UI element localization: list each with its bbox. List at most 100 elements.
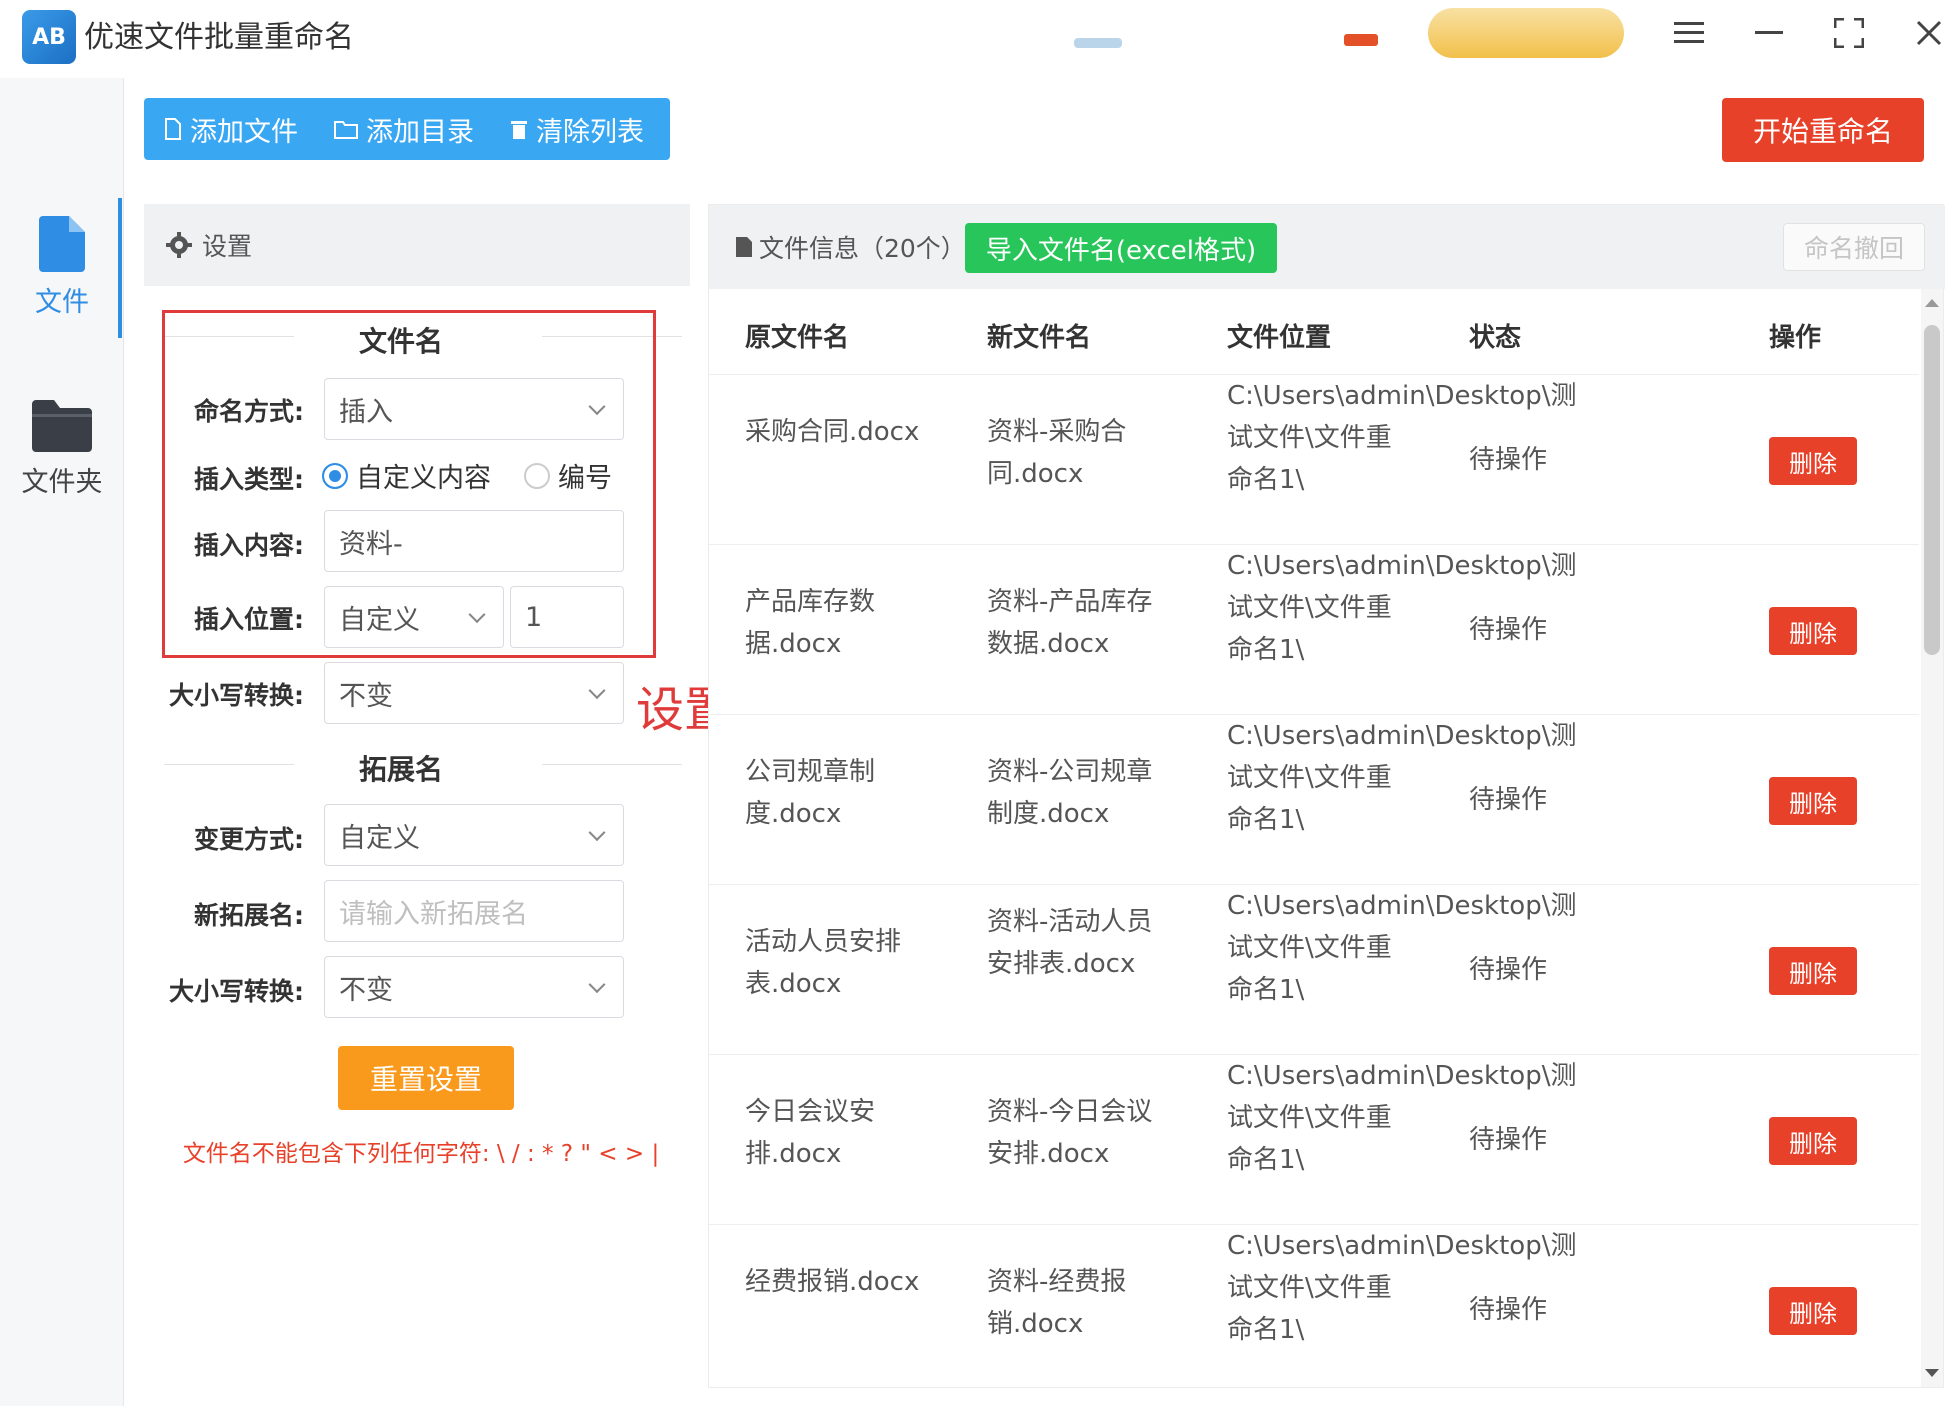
file-info-title: 文件信息（20个） bbox=[735, 229, 966, 265]
cell-new-name: 资料-公司规章制度.docx bbox=[987, 757, 1153, 829]
cell-location: C:\Users\admin\Desktop\测试文件\文件重命名1\ bbox=[1227, 1061, 1577, 1175]
table-row: 公司规章制度.docx 资料-公司规章制度.docx C:\Users\admi… bbox=[709, 715, 1919, 885]
cell-original-name: 产品库存数据.docx bbox=[745, 587, 876, 659]
table-row: 产品库存数据.docx 资料-产品库存数据.docx C:\Users\admi… bbox=[709, 545, 1919, 715]
promo-badge[interactable] bbox=[1428, 8, 1624, 58]
nav-label: 文件夹 bbox=[21, 467, 103, 498]
col-new-name: 新文件名 bbox=[987, 323, 1092, 353]
case-select[interactable]: 不变 bbox=[324, 662, 624, 724]
ext-section-title: 拓展名 bbox=[358, 753, 443, 786]
delete-button[interactable]: 删除 bbox=[1769, 607, 1857, 655]
cell-status: 待操作 bbox=[1469, 445, 1548, 475]
scrollbar-thumb[interactable] bbox=[1924, 325, 1940, 655]
delete-button[interactable]: 删除 bbox=[1769, 1287, 1857, 1335]
cell-new-name: 资料-今日会议安排.docx bbox=[987, 1097, 1153, 1169]
cell-location: C:\Users\admin\Desktop\测试文件\文件重命名1\ bbox=[1227, 891, 1577, 1005]
folder-icon bbox=[32, 400, 92, 452]
add-file-button[interactable]: 添加文件 bbox=[164, 110, 298, 149]
cell-original-name: 采购合同.docx bbox=[745, 417, 920, 447]
cell-original-name: 公司规章制度.docx bbox=[745, 757, 876, 829]
file-panel-header: 文件信息（20个） 导入文件名(excel格式) 命名撤回 bbox=[709, 205, 1945, 289]
case-label: 大小写转换: bbox=[169, 681, 304, 710]
delete-button[interactable]: 删除 bbox=[1769, 1117, 1857, 1165]
delete-button[interactable]: 删除 bbox=[1769, 777, 1857, 825]
cell-original-name: 活动人员安排表.docx bbox=[745, 927, 902, 999]
gear-icon bbox=[166, 232, 192, 258]
undo-rename-button[interactable]: 命名撤回 bbox=[1783, 223, 1925, 271]
clear-list-button[interactable]: 清除列表 bbox=[510, 110, 644, 149]
filename-warning: 文件名不能包含下列任何字符: \ / : * ? " < > | bbox=[182, 1141, 660, 1167]
chevron-down-icon bbox=[588, 976, 606, 994]
new-ext-placeholder: 请输入新拓展名 bbox=[339, 898, 528, 930]
sidebar: 文件 文件夹 bbox=[0, 78, 124, 1406]
col-status: 状态 bbox=[1469, 323, 1522, 353]
table-row: 今日会议安排.docx 资料-今日会议安排.docx C:\Users\admi… bbox=[709, 1055, 1919, 1225]
cell-status: 待操作 bbox=[1469, 1295, 1548, 1325]
table-row: 经费报销.docx 资料-经费报销.docx C:\Users\admin\De… bbox=[709, 1225, 1919, 1395]
cell-status: 待操作 bbox=[1469, 785, 1548, 815]
titlebar-decoration bbox=[1074, 38, 1122, 48]
cell-status: 待操作 bbox=[1469, 955, 1548, 985]
settings-header: 设置 bbox=[144, 204, 690, 286]
col-location: 文件位置 bbox=[1227, 323, 1332, 353]
delete-button[interactable]: 删除 bbox=[1769, 947, 1857, 995]
start-rename-button[interactable]: 开始重命名 bbox=[1722, 98, 1924, 162]
maximize-icon[interactable] bbox=[1824, 8, 1874, 58]
reset-settings-button[interactable]: 重置设置 bbox=[338, 1046, 514, 1110]
clear-list-label: 清除列表 bbox=[536, 116, 644, 148]
case-value: 不变 bbox=[339, 680, 393, 712]
settings-title: 设置 bbox=[202, 232, 253, 261]
add-dir-button[interactable]: 添加目录 bbox=[334, 110, 474, 149]
chevron-down-icon bbox=[588, 682, 606, 700]
new-ext-label: 新拓展名: bbox=[194, 901, 304, 930]
close-icon[interactable] bbox=[1904, 8, 1954, 58]
ext-case-value: 不变 bbox=[339, 974, 393, 1006]
cell-status: 待操作 bbox=[1469, 615, 1548, 645]
cell-original-name: 经费报销.docx bbox=[745, 1267, 920, 1297]
table-row: 采购合同.docx 资料-采购合同.docx C:\Users\admin\De… bbox=[709, 375, 1919, 545]
nav-label: 文件 bbox=[35, 287, 89, 318]
add-file-label: 添加文件 bbox=[190, 116, 298, 148]
menu-icon[interactable] bbox=[1664, 8, 1714, 58]
add-dir-label: 添加目录 bbox=[366, 116, 474, 148]
scroll-up-icon[interactable] bbox=[1925, 299, 1939, 307]
cell-location: C:\Users\admin\Desktop\测试文件\文件重命名1\ bbox=[1227, 381, 1577, 495]
app-logo: AB bbox=[22, 10, 76, 64]
cell-location: C:\Users\admin\Desktop\测试文件\文件重命名1\ bbox=[1227, 721, 1577, 835]
toolbar: 添加文件 添加目录 清除列表 bbox=[144, 98, 670, 160]
chevron-down-icon bbox=[588, 824, 606, 842]
nav-item-folder[interactable]: 文件夹 bbox=[0, 400, 124, 499]
new-ext-input[interactable]: 请输入新拓展名 bbox=[324, 880, 624, 942]
file-icon bbox=[39, 216, 85, 272]
scrollbar[interactable] bbox=[1921, 289, 1943, 1387]
cell-new-name: 资料-采购合同.docx bbox=[987, 417, 1127, 489]
cell-location: C:\Users\admin\Desktop\测试文件\文件重命名1\ bbox=[1227, 1231, 1577, 1345]
annotation-frame bbox=[162, 310, 656, 658]
ext-case-label: 大小写转换: bbox=[169, 977, 304, 1006]
window-title: 优速文件批量重命名 bbox=[84, 20, 354, 55]
change-mode-select[interactable]: 自定义 bbox=[324, 804, 624, 866]
file-outline-icon bbox=[165, 118, 181, 140]
import-excel-button[interactable]: 导入文件名(excel格式) bbox=[965, 223, 1277, 273]
cell-new-name: 资料-经费报销.docx bbox=[987, 1267, 1127, 1339]
cell-new-name: 资料-活动人员安排表.docx bbox=[987, 907, 1153, 979]
delete-button[interactable]: 删除 bbox=[1769, 437, 1857, 485]
nav-item-file[interactable]: 文件 bbox=[0, 216, 124, 319]
cell-new-name: 资料-产品库存数据.docx bbox=[987, 587, 1153, 659]
scroll-down-icon[interactable] bbox=[1925, 1369, 1939, 1377]
file-count-title: 文件信息（20个） bbox=[759, 234, 966, 263]
ext-case-select[interactable]: 不变 bbox=[324, 956, 624, 1018]
cell-location: C:\Users\admin\Desktop\测试文件\文件重命名1\ bbox=[1227, 551, 1577, 665]
cell-status: 待操作 bbox=[1469, 1125, 1548, 1155]
trash-icon bbox=[511, 121, 527, 139]
minimize-icon[interactable] bbox=[1744, 8, 1794, 58]
titlebar-decoration bbox=[1344, 34, 1378, 46]
col-action: 操作 bbox=[1769, 323, 1822, 353]
file-info-panel: 文件信息（20个） 导入文件名(excel格式) 命名撤回 原文件名 新文件名 … bbox=[708, 204, 1945, 1388]
cell-original-name: 今日会议安排.docx bbox=[745, 1097, 876, 1169]
col-original-name: 原文件名 bbox=[745, 323, 850, 353]
table-header: 原文件名 新文件名 文件位置 状态 操作 bbox=[709, 289, 1919, 375]
change-mode-value: 自定义 bbox=[339, 822, 420, 854]
folder-outline-icon bbox=[334, 121, 358, 139]
title-bar: AB 优速文件批量重命名 bbox=[0, 0, 1960, 78]
